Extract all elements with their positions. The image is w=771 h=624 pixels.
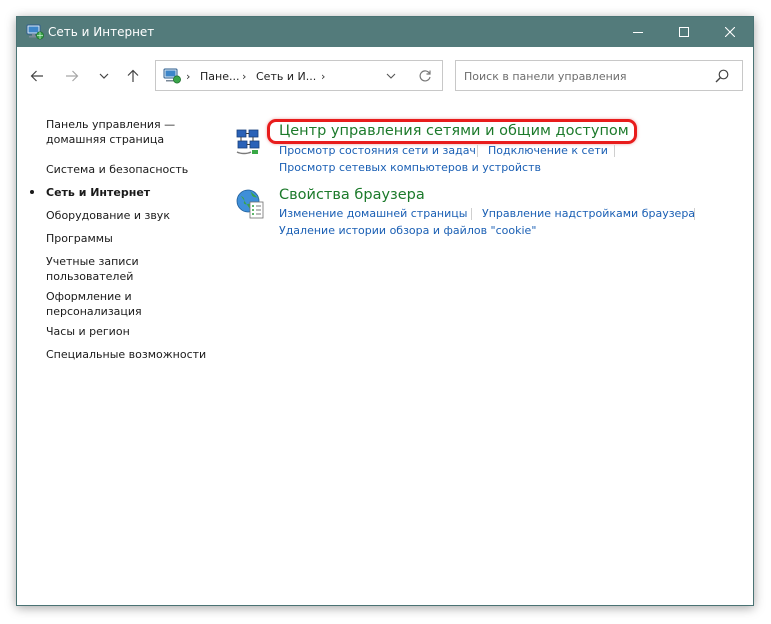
breadcrumb-separator-icon[interactable]: › xyxy=(321,70,325,83)
network-center-icon[interactable] xyxy=(234,124,268,158)
search-input[interactable] xyxy=(464,67,704,85)
network-internet-icon xyxy=(26,23,44,41)
sidebar-item-clock-region[interactable]: Часы и регион xyxy=(46,324,216,339)
breadcrumb-control-panel[interactable]: Пане... xyxy=(200,70,239,83)
arrow-right-icon xyxy=(66,70,79,82)
sidebar-item-label[interactable]: Программы xyxy=(46,232,113,245)
title-bar[interactable]: Сеть и Интернет xyxy=(17,17,753,47)
network-internet-icon xyxy=(163,67,181,85)
back-button[interactable] xyxy=(26,67,48,85)
sidebar-item-user-accounts[interactable]: Учетные записи пользователей xyxy=(46,254,156,284)
sidebar-item-home[interactable]: Панель управления — домашняя страница xyxy=(46,117,216,147)
window-title: Сеть и Интернет xyxy=(48,25,155,39)
maximize-icon xyxy=(679,27,689,37)
search-icon[interactable] xyxy=(714,68,730,84)
forward-button[interactable] xyxy=(61,67,83,85)
sidebar-item-label[interactable]: Система и безопасность xyxy=(46,163,188,176)
minimize-button[interactable] xyxy=(615,17,661,47)
sidebar-item-label[interactable]: Учетные записи пользователей xyxy=(46,255,139,283)
maximize-button[interactable] xyxy=(661,17,707,47)
view-network-status-link[interactable]: Просмотр состояния сети и задач xyxy=(279,144,476,157)
link-separator xyxy=(614,145,615,157)
breadcrumb-network-internet[interactable]: Сеть и И... xyxy=(256,70,316,83)
sidebar-item-label[interactable]: Оформление и персонализация xyxy=(46,290,142,318)
sidebar-item-label[interactable]: Сеть и Интернет xyxy=(46,186,150,199)
link-separator xyxy=(471,208,472,220)
sidebar-item-label[interactable]: Панель управления — домашняя страница xyxy=(46,118,175,146)
sidebar-item-accessibility[interactable]: Специальные возможности xyxy=(46,347,216,362)
close-button[interactable] xyxy=(707,17,753,47)
close-icon xyxy=(725,27,735,37)
highlight-annotation xyxy=(267,119,637,144)
view-network-computers-link[interactable]: Просмотр сетевых компьютеров и устройств xyxy=(279,161,541,174)
connect-to-network-link[interactable]: Подключение к сети xyxy=(488,144,608,157)
search-box[interactable] xyxy=(455,60,743,91)
sidebar-item-hardware-sound[interactable]: Оборудование и звук xyxy=(46,208,216,223)
refresh-icon xyxy=(419,70,431,82)
sidebar-item-network-internet[interactable]: Сеть и Интернет xyxy=(30,185,216,200)
minimize-icon xyxy=(633,32,643,33)
current-item-bullet xyxy=(30,190,34,194)
sidebar-item-label[interactable]: Оборудование и звук xyxy=(46,209,170,222)
delete-browsing-history-link[interactable]: Удаление истории обзора и файлов "cookie… xyxy=(279,224,536,237)
link-separator xyxy=(477,145,478,157)
address-history-button[interactable] xyxy=(382,67,400,85)
sidebar-item-label[interactable]: Специальные возможности xyxy=(46,348,206,361)
internet-options-link[interactable]: Свойства браузера xyxy=(279,187,425,203)
arrow-up-icon xyxy=(127,69,139,82)
chevron-down-icon xyxy=(99,73,109,79)
change-home-page-link[interactable]: Изменение домашней страницы xyxy=(279,207,467,220)
navigation-toolbar: › Пане... › Сеть и И... › xyxy=(17,47,753,103)
address-bar[interactable]: › Пане... › Сеть и И... › xyxy=(155,60,443,91)
sidebar-item-system-security[interactable]: Система и безопасность xyxy=(46,162,216,177)
control-panel-window: Сеть и Интернет › Пане... › Сеть и И... … xyxy=(16,16,754,606)
arrow-left-icon xyxy=(30,70,43,82)
recent-locations-button[interactable] xyxy=(93,67,115,85)
manage-addons-link[interactable]: Управление надстройками браузера xyxy=(482,207,695,220)
breadcrumb-separator-icon[interactable]: › xyxy=(186,70,190,83)
breadcrumb-separator-icon[interactable]: › xyxy=(242,70,246,83)
link-separator xyxy=(694,208,695,220)
chevron-down-icon xyxy=(386,73,396,79)
sidebar-item-label[interactable]: Часы и регион xyxy=(46,325,130,338)
sidebar-item-appearance[interactable]: Оформление и персонализация xyxy=(46,289,156,319)
internet-options-icon[interactable] xyxy=(234,187,268,221)
sidebar-item-programs[interactable]: Программы xyxy=(46,231,216,246)
up-button[interactable] xyxy=(122,67,144,85)
refresh-button[interactable] xyxy=(416,67,434,85)
